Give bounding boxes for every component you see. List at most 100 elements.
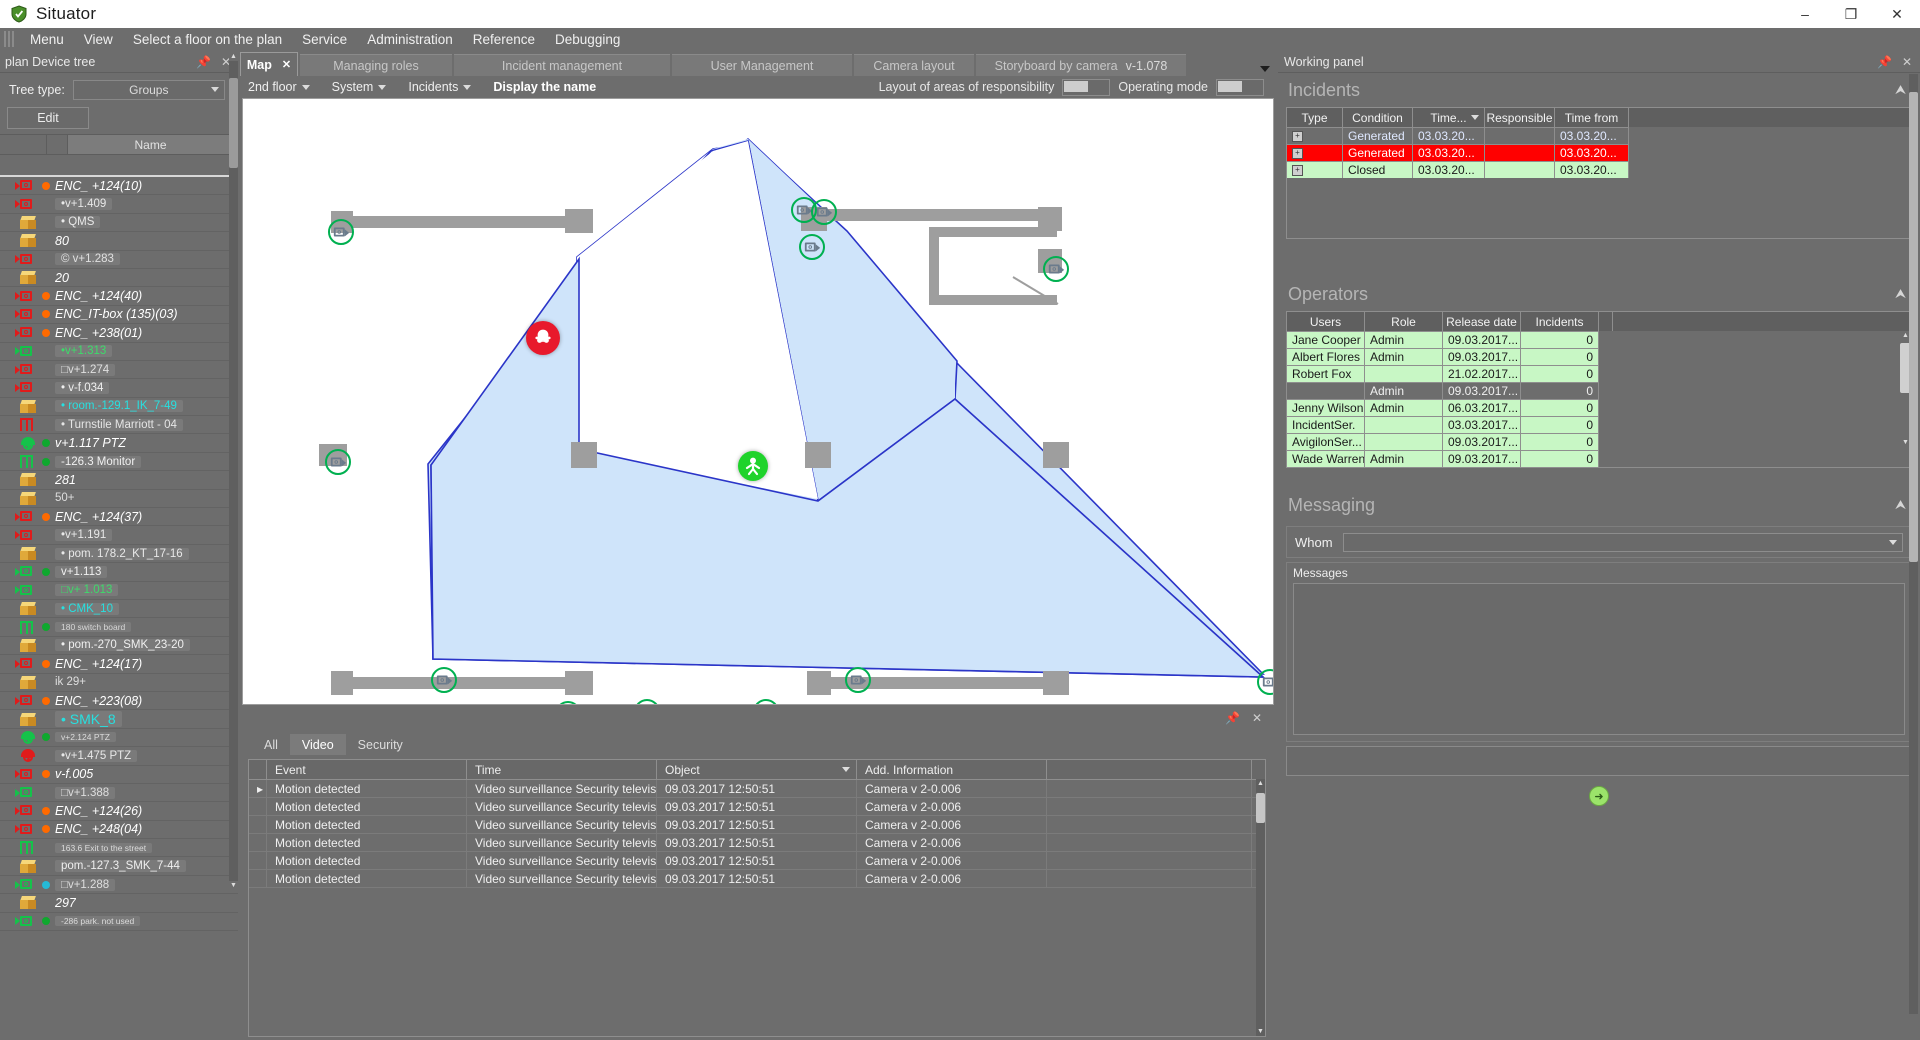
tree-item[interactable]: 20 — [0, 269, 238, 287]
send-icon[interactable]: ➜ — [1589, 786, 1609, 806]
tree-col-1[interactable] — [47, 135, 68, 154]
tree-item[interactable]: pom.-127.3_SMK_7-44 — [0, 857, 238, 875]
device-tree-list[interactable]: ENC_ +124(10)•v+1.409• QMS80© v+1.28320E… — [0, 177, 238, 1015]
event-tab-video[interactable]: Video — [290, 734, 346, 755]
tree-item[interactable]: ENC_ +124(10) — [0, 177, 238, 195]
tree-item[interactable]: © v+1.283 — [0, 251, 238, 269]
events-col-time[interactable]: Time — [467, 760, 657, 779]
operator-row[interactable]: Robert Fox21.02.2017...0 — [1287, 365, 1911, 382]
whom-select[interactable] — [1343, 533, 1903, 552]
chevron-down-icon[interactable] — [1260, 66, 1270, 72]
tree-item[interactable]: ENC_ +124(37) — [0, 508, 238, 526]
layout-responsibility-toggle[interactable] — [1062, 79, 1110, 96]
incident-row[interactable]: +Generated03.03.20...03.03.20... — [1287, 144, 1911, 161]
tree-item[interactable]: 281 — [0, 471, 238, 489]
operator-row[interactable]: AvigilonSer...09.03.2017...0 — [1287, 433, 1911, 450]
message-input[interactable] — [1286, 746, 1912, 776]
tree-filter-row[interactable] — [0, 155, 238, 177]
camera-marker[interactable] — [845, 667, 871, 693]
tree-item[interactable]: • CMK_10 — [0, 600, 238, 618]
operator-row[interactable]: Jenny WilsonAdmin06.03.2017...0 — [1287, 399, 1911, 416]
tree-item[interactable]: •v+1.475 PTZ — [0, 747, 238, 765]
close-button[interactable]: ✕ — [1874, 0, 1920, 28]
operators-col-release[interactable]: Release date — [1443, 312, 1521, 331]
maximize-button[interactable]: ❐ — [1828, 0, 1874, 28]
incident-row[interactable]: +Closed03.03.20...03.03.20... — [1287, 161, 1911, 178]
incidents-col-type[interactable]: Type — [1287, 108, 1343, 127]
tree-item[interactable]: 163.6 Exit to the street — [0, 839, 238, 857]
expand-icon[interactable]: + — [1292, 148, 1303, 159]
menu-item-select-floor[interactable]: Select a floor on the plan — [123, 30, 292, 49]
camera-marker[interactable] — [1261, 704, 1274, 705]
menu-grip-handle[interactable] — [4, 31, 14, 47]
camera-marker[interactable] — [325, 449, 351, 475]
close-icon[interactable]: ✕ — [282, 58, 291, 71]
operator-row[interactable]: IncidentSer.03.03.2017...0 — [1287, 416, 1911, 433]
tree-item[interactable]: • v-f.034 — [0, 379, 238, 397]
working-panel-scroll-thumb[interactable] — [1909, 92, 1918, 562]
events-col-object[interactable]: Object — [657, 760, 857, 779]
chevrons-up-icon[interactable]: ⮝ — [1895, 82, 1906, 98]
operators-col-role[interactable]: Role — [1365, 312, 1443, 331]
incidents-col-condition[interactable]: Condition — [1343, 108, 1413, 127]
tree-item[interactable]: • QMS — [0, 214, 238, 232]
tree-item[interactable]: •v+1.191 — [0, 526, 238, 544]
menu-item-view[interactable]: View — [74, 30, 123, 49]
tree-item[interactable]: ENC_IT-box (135)(03) — [0, 306, 238, 324]
pin-icon[interactable]: 📌 — [196, 55, 211, 69]
tree-item[interactable]: • pom.-270_SMK_23-20 — [0, 637, 238, 655]
tree-item[interactable]: ENC_ +223(08) — [0, 692, 238, 710]
tree-item[interactable]: ik 29+ — [0, 674, 238, 692]
minimize-button[interactable]: – — [1782, 0, 1828, 28]
operator-row[interactable]: Wade WarrenAdmin09.03.2017...0 — [1287, 450, 1911, 467]
events-scrollbar[interactable]: ▲ ▼ — [1256, 779, 1265, 1036]
tree-item[interactable]: • SMK_8 — [0, 710, 238, 728]
tree-item[interactable]: 80 — [0, 232, 238, 250]
event-row[interactable]: ▸Motion detectedVideo surveillance Secur… — [249, 780, 1265, 798]
menu-item-service[interactable]: Service — [292, 30, 357, 49]
chevrons-up-icon[interactable]: ⮝ — [1895, 497, 1906, 513]
scroll-down-icon[interactable]: ▼ — [1256, 1027, 1265, 1036]
incidents-col-responsible[interactable]: Responsible — [1485, 108, 1555, 127]
person-marker[interactable] — [738, 451, 768, 481]
tab-user-management[interactable]: User Management — [672, 54, 852, 76]
expand-icon[interactable]: + — [1292, 165, 1303, 176]
operator-row[interactable]: Admin09.03.2017...0 — [1287, 382, 1911, 399]
tree-item[interactable]: □v+ 1.013 — [0, 582, 238, 600]
event-tab-all[interactable]: All — [252, 734, 290, 755]
operator-row[interactable]: Jane CooperAdmin09.03.2017...0 — [1287, 331, 1911, 348]
menu-item-administration[interactable]: Administration — [357, 30, 463, 49]
operators-col-incidents[interactable]: Incidents — [1521, 312, 1599, 331]
tree-item[interactable]: v+1.113 — [0, 563, 238, 581]
incident-row[interactable]: +Generated03.03.20...03.03.20... — [1287, 127, 1911, 144]
edit-button[interactable]: Edit — [7, 107, 89, 129]
tree-item[interactable]: v+1.117 PTZ — [0, 434, 238, 452]
tree-item[interactable]: -286 park. not used — [0, 913, 238, 931]
tree-item[interactable]: 50+ — [0, 490, 238, 508]
incidents-col-time-from[interactable]: Time from — [1555, 108, 1629, 127]
tree-item[interactable]: 180 switch board — [0, 618, 238, 636]
operators-col-users[interactable]: Users — [1287, 312, 1365, 331]
tree-item[interactable]: •v+1.313 — [0, 343, 238, 361]
scroll-up-icon[interactable]: ▲ — [229, 52, 238, 61]
tree-col-name[interactable]: Name — [68, 135, 234, 154]
events-col-add-info[interactable]: Add. Information — [857, 760, 1047, 779]
messages-list[interactable] — [1293, 583, 1905, 735]
camera-marker[interactable] — [799, 234, 825, 260]
tree-item[interactable]: ENC_ +124(17) — [0, 655, 238, 673]
pin-icon[interactable]: 📌 — [1877, 55, 1892, 69]
tree-item[interactable]: 297 — [0, 894, 238, 912]
tree-item[interactable]: v-f.005 — [0, 766, 238, 784]
camera-marker[interactable] — [1043, 256, 1069, 282]
menu-item-debugging[interactable]: Debugging — [545, 30, 630, 49]
events-table[interactable]: Event Time Object Add. Information ▸Moti… — [248, 759, 1266, 1037]
tab-map[interactable]: Map✕ — [240, 52, 298, 76]
tree-item[interactable]: -126.3 Monitor — [0, 453, 238, 471]
expand-icon[interactable]: + — [1292, 131, 1303, 142]
event-row[interactable]: Motion detectedVideo surveillance Securi… — [249, 798, 1265, 816]
camera-marker[interactable] — [811, 199, 837, 225]
incidents-table[interactable]: Type Condition Time... Responsible Time … — [1286, 107, 1912, 239]
operator-row[interactable]: Albert FloresAdmin09.03.2017...0 — [1287, 348, 1911, 365]
scroll-down-icon[interactable]: ▼ — [229, 881, 238, 890]
tree-item[interactable]: ENC_ +124(26) — [0, 802, 238, 820]
